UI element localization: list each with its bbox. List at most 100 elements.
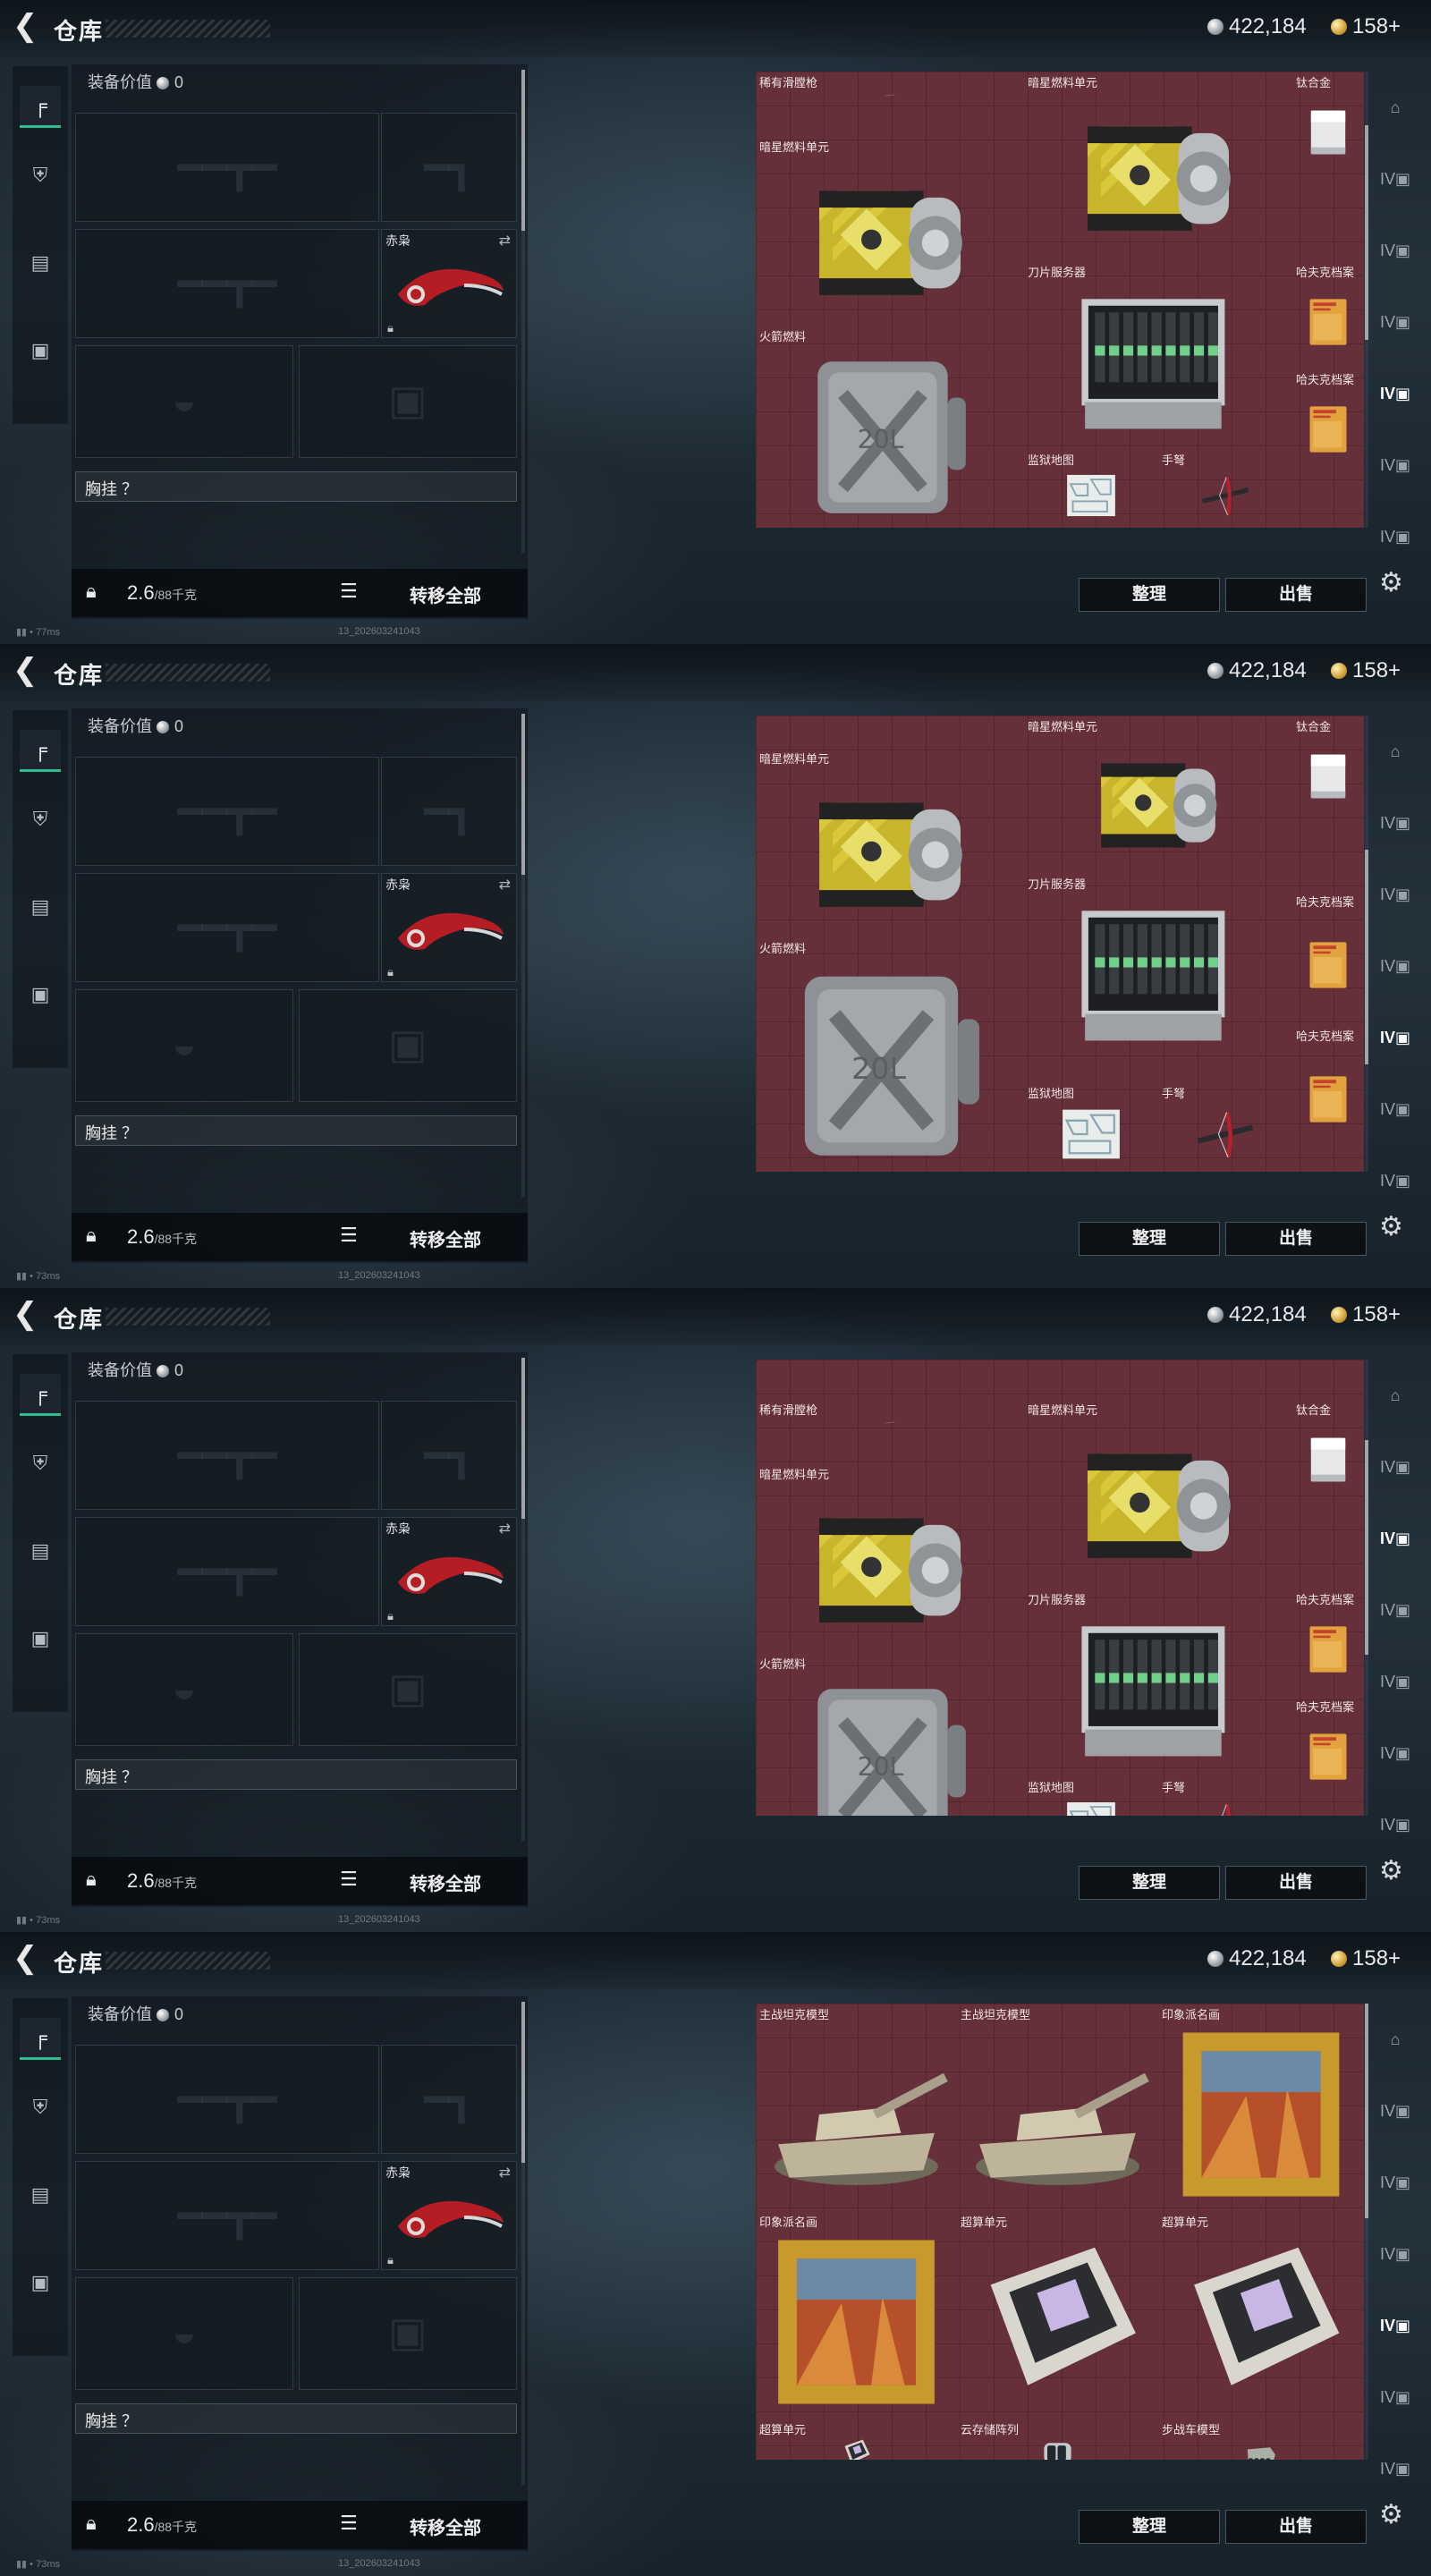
back-arrow-icon[interactable]: ❮ — [13, 1943, 41, 1973]
stash-page-icon[interactable]: IV▣ — [1377, 1807, 1413, 1843]
stash-page-icon[interactable]: IV▣ — [1377, 2379, 1413, 2415]
stash-item-tank[interactable]: 主战坦克模型 — [957, 2004, 1158, 2211]
sell-button[interactable]: 出售 — [1225, 1222, 1367, 1256]
lock-icon[interactable]: 🔒︎ — [86, 1224, 97, 1247]
move-all-button[interactable]: 转移全部 — [410, 2513, 481, 2539]
scrollbar-thumb[interactable] — [1365, 2004, 1368, 2218]
stash-item-server[interactable]: 刀片服务器 — [1024, 261, 1292, 449]
melee-slot[interactable]: 赤枭 ⇄ 🔒︎ — [381, 229, 517, 338]
equipment-scrollbar[interactable] — [521, 2002, 525, 2485]
stash-item-server[interactable]: 刀片服务器 — [1024, 1589, 1292, 1776]
melee-slot[interactable]: 赤枭 ⇄ 🔒︎ — [381, 1517, 517, 1626]
stash-item-metal[interactable]: 钛合金 — [1292, 716, 1364, 823]
sort-button[interactable]: 整理 — [1079, 1866, 1220, 1900]
stash-item-painting[interactable]: 印象派名画 — [1158, 2004, 1364, 2211]
weapon-tab-icon[interactable]: ╒ — [20, 730, 61, 772]
helmet-slot[interactable]: ◒ — [75, 2277, 293, 2390]
equipment-scrollbar[interactable] — [521, 1358, 525, 1841]
stash-item-musket[interactable]: 稀有滑膛枪 — [756, 72, 1024, 104]
stash-page-icon[interactable]: IV▣ — [1377, 1449, 1413, 1485]
armor-slot[interactable]: ▣ — [299, 345, 517, 458]
stash-item-fuel-cell[interactable]: 暗星燃料单元 — [1024, 716, 1292, 873]
stash-item-fuel-cell[interactable]: 暗星燃料单元 — [756, 136, 1024, 326]
list-icon[interactable]: ☰ — [340, 1224, 358, 1247]
stash-page-icon[interactable]: IV▣ — [1377, 2093, 1413, 2129]
weapon-tab-icon[interactable]: ╒ — [20, 86, 61, 128]
stash-item-painting[interactable]: 印象派名画 — [756, 2211, 957, 2419]
stash-scrollbar[interactable] — [1365, 72, 1368, 528]
stash-page-icon[interactable]: IV▣ — [1377, 1592, 1413, 1628]
helmet-slot[interactable]: ◒ — [75, 1633, 293, 1746]
sell-button[interactable]: 出售 — [1225, 1866, 1367, 1900]
move-all-button[interactable]: 转移全部 — [410, 1869, 481, 1895]
stash-page-icon[interactable]: IV▣ — [1377, 447, 1413, 483]
stash-item-file[interactable]: 哈夫克档案 — [1292, 261, 1364, 369]
armor-tab-icon[interactable]: ⛨ — [20, 156, 61, 195]
gear-icon[interactable]: ⚙ — [1379, 2499, 1403, 2530]
stash-item-map[interactable]: 监狱地图 — [1024, 449, 1158, 528]
lock-icon[interactable]: 🔒︎ — [86, 2512, 97, 2535]
stash-page-icon[interactable]: IV▣ — [1377, 1664, 1413, 1699]
move-all-button[interactable]: 转移全部 — [410, 1225, 481, 1251]
sort-button[interactable]: 整理 — [1079, 578, 1220, 612]
stash-item-gpu[interactable]: 超算单元 — [1158, 2211, 1364, 2419]
stash-item-crossbow[interactable]: 手弩 — [1158, 1776, 1292, 1816]
scrollbar-thumb[interactable] — [521, 2002, 525, 2163]
stash-item-file[interactable]: 哈夫克档案 — [1292, 891, 1364, 1025]
scrollbar-thumb[interactable] — [521, 714, 525, 875]
stash-item-ifv[interactable]: 步战车模型 — [1158, 2419, 1364, 2460]
stash-scrollbar[interactable] — [1365, 1360, 1368, 1816]
briefcase-tab-icon[interactable]: ▣ — [20, 1619, 61, 1658]
stash-home-icon[interactable]: ⌂ — [1377, 1377, 1413, 1413]
stash-page-icon[interactable]: IV▣ — [1377, 1735, 1413, 1771]
sort-button[interactable]: 整理 — [1079, 1222, 1220, 1256]
chest-rig-slot[interactable]: 胸挂 ？ — [75, 1115, 517, 1146]
armor-slot[interactable]: ▣ — [299, 2277, 517, 2390]
chest-rig-slot[interactable]: 胸挂 ？ — [75, 471, 517, 502]
primary-weapon-slot[interactable]: ━━┳━ — [75, 113, 379, 222]
pistol-slot[interactable]: ━┓ — [381, 113, 517, 222]
clipboard-tab-icon[interactable]: ▤ — [20, 887, 61, 927]
clipboard-tab-icon[interactable]: ▤ — [20, 1531, 61, 1571]
back-arrow-icon[interactable]: ❮ — [13, 1299, 41, 1329]
lock-icon[interactable]: 🔒︎ — [86, 580, 97, 603]
helmet-slot[interactable]: ◒ — [75, 989, 293, 1102]
stash-item-server[interactable]: 刀片服务器 — [1024, 873, 1292, 1061]
secondary-weapon-slot[interactable]: ━━┳━ — [75, 229, 379, 338]
stash-item-gpu[interactable]: 超算单元 — [957, 2211, 1158, 2419]
gear-icon[interactable]: ⚙ — [1379, 567, 1403, 598]
stash-item-fuel-cell[interactable]: 暗星燃料单元 — [1024, 72, 1292, 261]
secondary-weapon-slot[interactable]: ━━┳━ — [75, 873, 379, 982]
stash-item-fuel-cell[interactable]: 暗星燃料单元 — [1024, 1399, 1292, 1589]
stash-page-icon[interactable]: IV▣ — [1377, 2308, 1413, 2343]
stash-page-icon[interactable]: IV▣ — [1377, 1020, 1413, 1055]
move-all-button[interactable]: 转移全部 — [410, 581, 481, 607]
stash-page-icon[interactable]: IV▣ — [1377, 877, 1413, 912]
stash-home-icon[interactable]: ⌂ — [1377, 733, 1413, 769]
stash-item-map[interactable]: 监狱地图 — [1024, 1776, 1158, 1816]
stash-item-musket[interactable]: 稀有滑膛枪 — [756, 1399, 1024, 1431]
stash-item-fuel-cell[interactable]: 暗星燃料单元 — [756, 748, 1024, 937]
gear-icon[interactable]: ⚙ — [1379, 1211, 1403, 1242]
scrollbar-thumb[interactable] — [521, 70, 525, 231]
list-icon[interactable]: ☰ — [340, 1868, 358, 1891]
stash-home-icon[interactable]: ⌂ — [1377, 2021, 1413, 2057]
stash-scrollbar[interactable] — [1365, 716, 1368, 1172]
gear-icon[interactable]: ⚙ — [1379, 1855, 1403, 1886]
weapon-tab-icon[interactable]: ╒ — [20, 2018, 61, 2060]
swap-icon[interactable]: ⇄ — [499, 1520, 511, 1538]
sell-button[interactable]: 出售 — [1225, 578, 1367, 612]
stash-item-tank[interactable]: 主战坦克模型 — [756, 2004, 957, 2211]
stash-item-fuel-cell[interactable]: 暗星燃料单元 — [756, 1463, 1024, 1653]
stash-item-crossbow[interactable]: 手弩 — [1158, 1082, 1292, 1172]
stash-page-icon[interactable]: IV▣ — [1377, 233, 1413, 268]
pistol-slot[interactable]: ━┓ — [381, 2045, 517, 2154]
melee-slot[interactable]: 赤枭 ⇄ 🔒︎ — [381, 873, 517, 982]
secondary-weapon-slot[interactable]: ━━┳━ — [75, 2161, 379, 2270]
swap-icon[interactable]: ⇄ — [499, 2164, 511, 2182]
equipment-scrollbar[interactable] — [521, 714, 525, 1197]
sell-button[interactable]: 出售 — [1225, 2510, 1367, 2544]
primary-weapon-slot[interactable]: ━━┳━ — [75, 757, 379, 866]
stash-page-icon[interactable]: IV▣ — [1377, 2236, 1413, 2272]
stash-item-jerrycan[interactable]: 火箭燃料 20L — [756, 937, 1024, 1172]
